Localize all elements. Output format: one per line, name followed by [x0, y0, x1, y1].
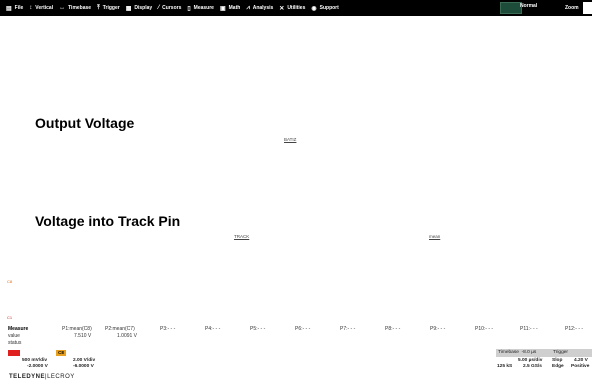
- measure-value-1: 7.510 V: [74, 333, 92, 339]
- menu-label: Math: [228, 5, 241, 11]
- status-bar: C8 500 mV/div -2.0000 V 2.00 V/div -6.00…: [0, 348, 592, 380]
- menu-label: Utilities: [287, 5, 306, 11]
- menu-label: Measure: [193, 5, 214, 11]
- trigger-header[interactable]: Trigger: [551, 349, 592, 357]
- measure-param-1[interactable]: P1:mean(C8): [62, 326, 92, 332]
- menu-display[interactable]: ▦ Display: [126, 0, 152, 16]
- c1-channel-badge[interactable]: [8, 350, 20, 356]
- c1-offset: -2.0000 V: [27, 364, 48, 369]
- measure-row-value-label: value: [8, 333, 20, 339]
- menu-utilities[interactable]: ✕ Utilities: [279, 0, 305, 16]
- cursors-icon: ⁄: [158, 5, 160, 11]
- output-voltage-label: Output Voltage: [35, 115, 135, 131]
- c1-ground-marker[interactable]: C1: [7, 315, 12, 320]
- menu-math[interactable]: ▣ Math: [220, 0, 240, 16]
- trigger-slope: Positive: [571, 364, 590, 369]
- math-icon: ▣: [219, 5, 226, 12]
- menu-label: Cursors: [162, 5, 182, 11]
- batiz-trace-tag[interactable]: BATIZ: [284, 137, 296, 142]
- menu-file[interactable]: ▤ File: [6, 0, 23, 16]
- menu-trigger[interactable]: ⤒ Trigger: [97, 0, 120, 16]
- c8-channel-badge[interactable]: C8: [56, 350, 66, 356]
- measure-param-6[interactable]: P6:- - -: [295, 326, 310, 332]
- trigger-icon: ⤒: [97, 4, 100, 11]
- measure-param-2[interactable]: P2:mean(C7): [105, 326, 135, 332]
- teledyne-lecroy-logo: TELEDYNE|LECROY: [9, 374, 75, 380]
- measure-row-status-label: status: [8, 340, 22, 346]
- measure-param-12[interactable]: P12:- - -: [565, 326, 583, 332]
- timebase-samples: 125 kS: [497, 364, 513, 369]
- measure-param-5[interactable]: P5:- - -: [250, 326, 265, 332]
- track-trace-tag[interactable]: TRACK: [234, 234, 249, 239]
- measure-param-4[interactable]: P4:- - -: [205, 326, 220, 332]
- menu-label: Vertical: [35, 5, 54, 11]
- menu-vertical[interactable]: ↕ Vertical: [29, 0, 53, 16]
- menu-measure[interactable]: ▯ Measure: [187, 0, 214, 16]
- menu-label: Support: [319, 5, 339, 11]
- measure-param-7[interactable]: P7:- - -: [340, 326, 355, 332]
- trigger-type: Slop: [552, 358, 563, 363]
- measure-param-11[interactable]: P11:- - -: [520, 326, 538, 332]
- measure-param-9[interactable]: P9:- - -: [430, 326, 445, 332]
- measure-value-2: 1.0091 V: [117, 333, 138, 339]
- zoom-field[interactable]: [583, 2, 592, 14]
- mean-trace-tag[interactable]: mean: [429, 234, 440, 239]
- measure-param-10[interactable]: P10:- - -: [475, 326, 493, 332]
- c8-vdiv: 2.00 V/div: [73, 358, 96, 363]
- support-icon: ◉: [311, 5, 317, 12]
- menu-analysis[interactable]: ⩘ Analysis: [246, 0, 273, 16]
- timebase-rate: 2.5 GS/s: [523, 364, 542, 369]
- measure-header[interactable]: Measure: [8, 326, 28, 332]
- measure-param-8[interactable]: P8:- - -: [385, 326, 400, 332]
- menu-support[interactable]: ◉ Support: [311, 0, 338, 16]
- vertical-icon: ↕: [29, 5, 33, 11]
- menu-label: Timebase: [68, 5, 92, 11]
- timebase-icon: ↔: [59, 5, 66, 11]
- trigger-status-indicator: [500, 2, 522, 14]
- file-icon: ▤: [6, 5, 12, 12]
- display-icon: ▦: [125, 5, 132, 12]
- c1-vdiv: 500 mV/div: [22, 358, 48, 363]
- trigger-mode-label: Normal: [520, 3, 538, 9]
- menu-label: Display: [134, 5, 153, 11]
- measure-table: Measure value status P1:mean(C8) 7.510 V P…: [0, 322, 592, 348]
- zoom-button[interactable]: Zoom: [565, 5, 579, 11]
- analysis-icon: ⩘: [246, 4, 250, 11]
- c8-ground-marker[interactable]: C8: [7, 279, 12, 284]
- menu-cursors[interactable]: ⁄ Cursors: [158, 0, 181, 16]
- menu-timebase[interactable]: ↔ Timebase: [59, 0, 91, 16]
- track-voltage-label: Voltage into Track Pin: [35, 213, 181, 229]
- c8-offset: -6.0000 V: [73, 364, 94, 369]
- timebase-header[interactable]: Timebase -8.0 µs: [496, 349, 552, 357]
- menu-label: File: [14, 5, 24, 11]
- trigger-coupling: Edge: [552, 364, 564, 369]
- timebase-tdiv: 5.00 µs/div: [518, 358, 543, 363]
- measure-icon: ▯: [187, 5, 191, 12]
- menu-label: Analysis: [252, 5, 274, 11]
- menu-label: Trigger: [102, 5, 120, 11]
- trigger-level: 4.20 V: [574, 358, 588, 363]
- measure-param-3[interactable]: P3:- - -: [160, 326, 175, 332]
- utilities-icon: ✕: [279, 5, 285, 12]
